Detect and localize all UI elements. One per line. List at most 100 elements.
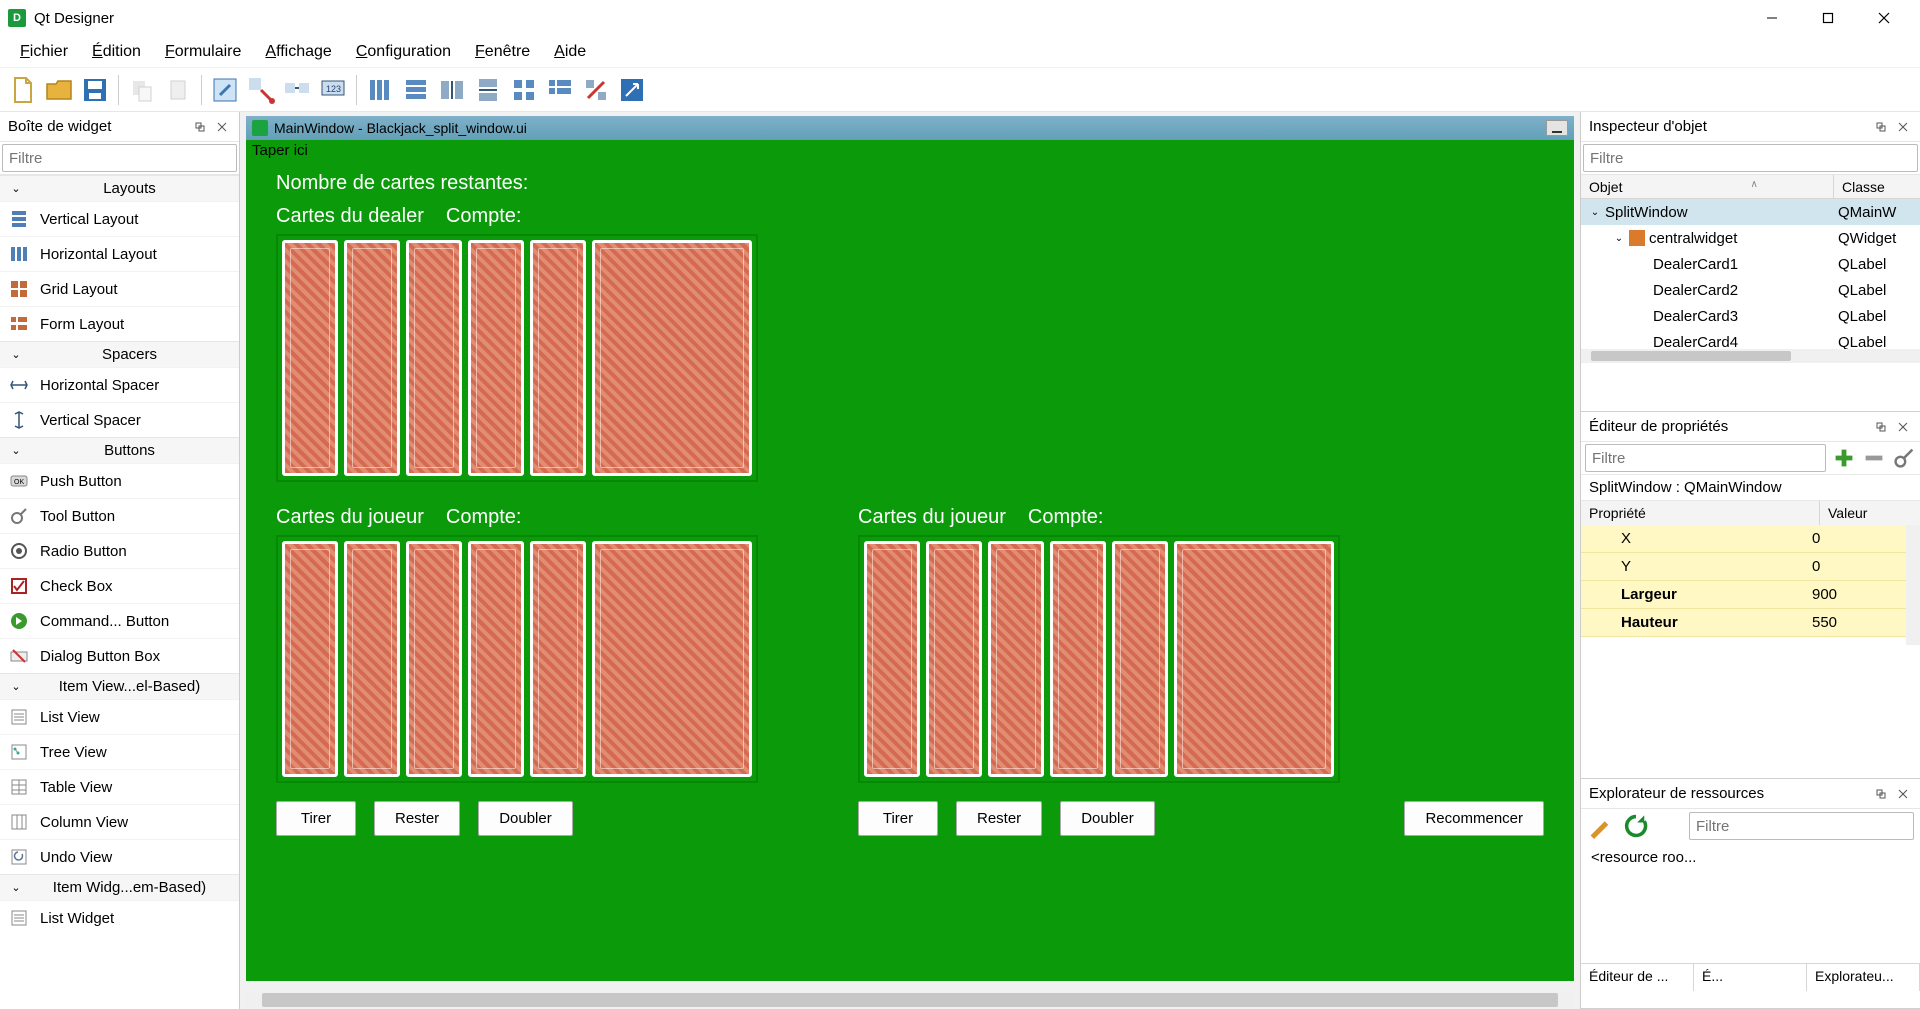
menu-view[interactable]: Affichage (253, 39, 343, 65)
object-tree-row[interactable]: ⌄SplitWindowQMainW (1581, 199, 1920, 225)
object-tree-row[interactable]: DealerCard4QLabel (1581, 329, 1920, 349)
menu-form[interactable]: Formulaire (153, 39, 253, 65)
widget-item[interactable]: Column View (0, 804, 239, 839)
player-card[interactable] (1050, 541, 1106, 777)
dealer-card[interactable] (592, 240, 752, 476)
widget-item[interactable]: Tool Button (0, 498, 239, 533)
widget-category-header[interactable]: ⌄Item Widg...em-Based) (0, 874, 239, 900)
dealer-card[interactable] (344, 240, 400, 476)
property-column-header[interactable]: Propriété (1581, 501, 1820, 525)
menu-file[interactable]: Fichier (8, 39, 80, 65)
widget-item[interactable]: Tree View (0, 734, 239, 769)
widget-category-header[interactable]: ⌄Spacers (0, 341, 239, 367)
form-canvas[interactable]: Taper ici Nombre de cartes restantes: Ca… (246, 140, 1574, 981)
horizontal-scrollbar[interactable] (246, 991, 1574, 1009)
menu-help[interactable]: Aide (542, 39, 598, 65)
layout-form-icon[interactable] (543, 73, 577, 107)
window-maximize-button[interactable] (1800, 0, 1856, 36)
widget-item[interactable]: Form Layout (0, 306, 239, 341)
player-card[interactable] (468, 541, 524, 777)
property-row[interactable]: X0 (1581, 525, 1906, 553)
copy-icon[interactable] (125, 73, 159, 107)
dealer-card[interactable] (406, 240, 462, 476)
layout-grid-icon[interactable] (507, 73, 541, 107)
widget-item[interactable]: List Widget (0, 900, 239, 935)
property-filter-input[interactable] (1585, 444, 1826, 472)
edit-signals-icon[interactable] (244, 73, 278, 107)
resource-filter-input[interactable] (1689, 812, 1914, 840)
reload-resources-icon[interactable] (1623, 813, 1649, 839)
property-rows[interactable]: X0Y0Largeur900Hauteur550 (1581, 525, 1906, 645)
widget-item[interactable]: Table View (0, 769, 239, 804)
paste-icon[interactable] (161, 73, 195, 107)
widget-category-header[interactable]: ⌄Buttons (0, 437, 239, 463)
property-row[interactable]: Hauteur550 (1581, 609, 1906, 637)
edit-taborder-icon[interactable]: 123 (316, 73, 350, 107)
widget-category-header[interactable]: ⌄Layouts (0, 175, 239, 201)
object-column-header[interactable]: Objet (1581, 175, 1834, 198)
dock-close-icon[interactable] (1894, 418, 1912, 436)
dock-tab[interactable]: Éditeur de ... (1581, 964, 1694, 991)
stay-button-1[interactable]: Rester (374, 801, 460, 836)
widget-item[interactable]: List View (0, 699, 239, 734)
widget-item[interactable]: Radio Button (0, 533, 239, 568)
player-card[interactable] (282, 541, 338, 777)
object-tree-row[interactable]: DealerCard1QLabel (1581, 251, 1920, 277)
player-card[interactable] (926, 541, 982, 777)
widget-box-filter-input[interactable] (2, 144, 237, 172)
widget-item[interactable]: Check Box (0, 568, 239, 603)
restart-button[interactable]: Recommencer (1404, 801, 1544, 836)
object-inspector-filter-input[interactable] (1583, 144, 1918, 172)
edit-buddies-icon[interactable] (280, 73, 314, 107)
class-column-header[interactable]: Classe (1834, 175, 1920, 198)
player-card[interactable] (592, 541, 752, 777)
widget-item[interactable]: OKPush Button (0, 463, 239, 498)
layout-hsplitter-icon[interactable] (435, 73, 469, 107)
dealer-card[interactable] (282, 240, 338, 476)
hit-button-2[interactable]: Tirer (858, 801, 938, 836)
player-card[interactable] (406, 541, 462, 777)
player-card[interactable] (530, 541, 586, 777)
new-file-icon[interactable] (6, 73, 40, 107)
dock-close-icon[interactable] (1894, 118, 1912, 136)
widget-item[interactable]: Grid Layout (0, 271, 239, 306)
layout-vertical-icon[interactable] (399, 73, 433, 107)
break-layout-icon[interactable] (579, 73, 613, 107)
widget-item[interactable]: Horizontal Spacer (0, 367, 239, 402)
hit-button-1[interactable]: Tirer (276, 801, 356, 836)
widget-item[interactable]: Command... Button (0, 603, 239, 638)
form-window-titlebar[interactable]: MainWindow - Blackjack_split_window.ui (246, 116, 1574, 140)
widget-item[interactable]: Horizontal Layout (0, 236, 239, 271)
object-inspector-hscroll[interactable] (1581, 349, 1920, 363)
double-button-1[interactable]: Doubler (478, 801, 573, 836)
player-card[interactable] (1112, 541, 1168, 777)
save-file-icon[interactable] (78, 73, 112, 107)
dock-float-icon[interactable] (1872, 785, 1890, 803)
dealer-card[interactable] (468, 240, 524, 476)
dock-tab[interactable]: Explorateu... (1807, 964, 1920, 991)
player-card[interactable] (344, 541, 400, 777)
add-property-icon[interactable] (1832, 446, 1856, 470)
resource-root-item[interactable]: <resource roo... (1591, 849, 1696, 866)
edit-resources-icon[interactable] (1587, 813, 1613, 839)
configure-icon[interactable] (1892, 446, 1916, 470)
dock-float-icon[interactable] (191, 118, 209, 136)
menu-edit[interactable]: Édition (80, 39, 153, 65)
stay-button-2[interactable]: Rester (956, 801, 1042, 836)
dock-tab[interactable]: É... (1694, 964, 1807, 991)
widget-category-header[interactable]: ⌄Item View...el-Based) (0, 673, 239, 699)
form-minimize-icon[interactable] (1546, 120, 1568, 136)
object-tree-row[interactable]: ⌄centralwidgetQWidget (1581, 225, 1920, 251)
open-file-icon[interactable] (42, 73, 76, 107)
edit-widgets-icon[interactable] (208, 73, 242, 107)
dock-float-icon[interactable] (1872, 418, 1890, 436)
player-card[interactable] (864, 541, 920, 777)
form-menubar-placeholder[interactable]: Taper ici (246, 140, 1574, 162)
window-minimize-button[interactable] (1744, 0, 1800, 36)
window-close-button[interactable] (1856, 0, 1912, 36)
layout-vsplitter-icon[interactable] (471, 73, 505, 107)
widget-item[interactable]: Vertical Layout (0, 201, 239, 236)
player-card[interactable] (988, 541, 1044, 777)
layout-horizontal-icon[interactable] (363, 73, 397, 107)
dock-close-icon[interactable] (1894, 785, 1912, 803)
